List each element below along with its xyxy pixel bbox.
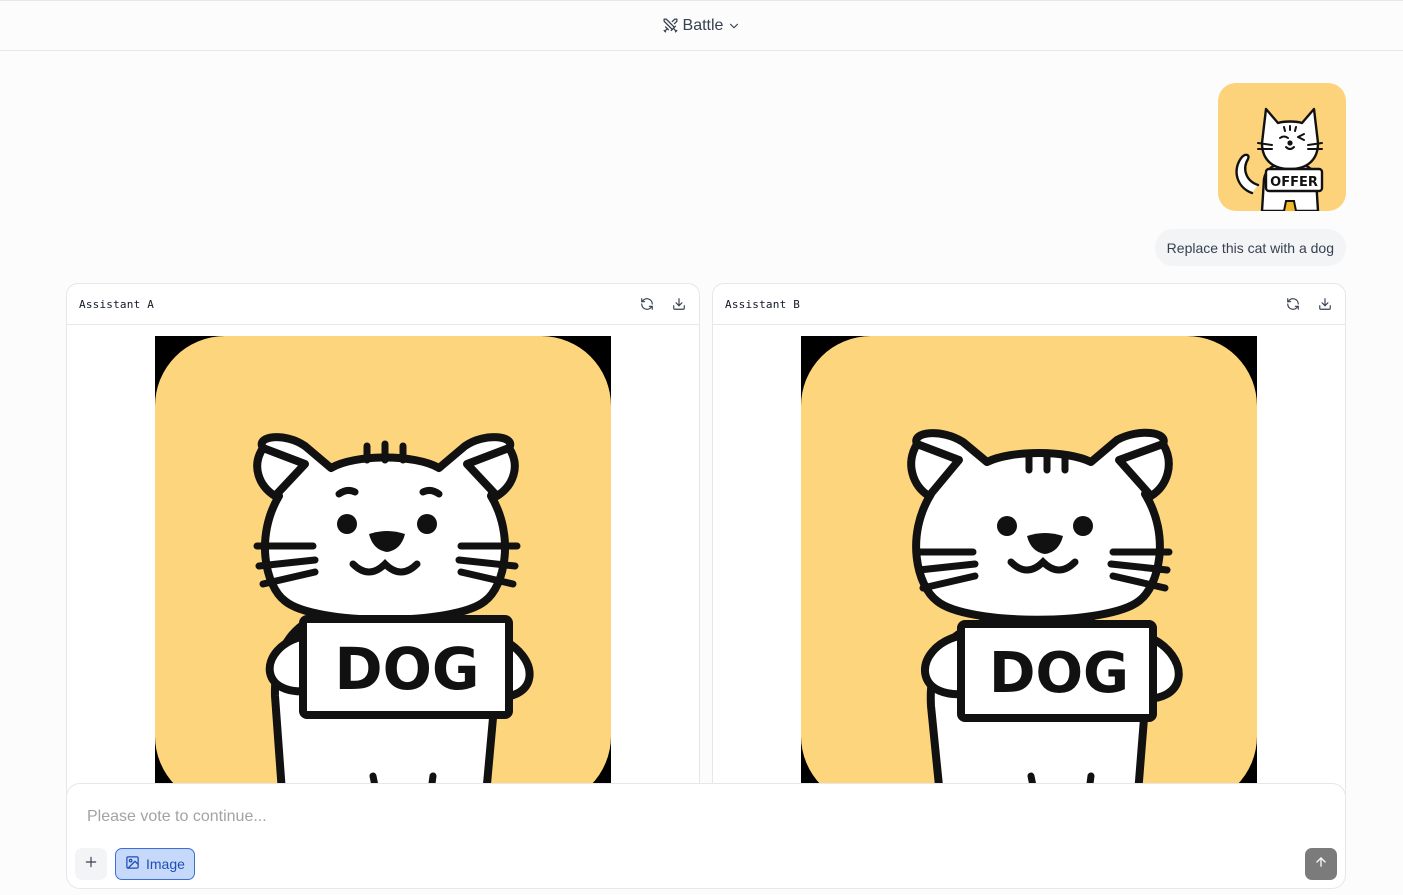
refresh-icon[interactable]	[1285, 296, 1301, 312]
image-toggle-label: Image	[146, 856, 185, 872]
message-input[interactable]	[87, 808, 1187, 826]
message-composer: Image	[66, 783, 1346, 889]
image-icon	[125, 855, 140, 873]
user-message-text: Replace this cat with a dog	[1166, 239, 1334, 256]
chevron-down-icon	[727, 19, 741, 33]
send-button[interactable]	[1305, 848, 1337, 880]
assistant-b-title: Assistant B	[725, 297, 801, 311]
download-icon[interactable]	[1317, 296, 1333, 312]
assistant-b-header: Assistant B	[713, 284, 1345, 325]
assistant-b-image[interactable]: DOG	[801, 336, 1257, 803]
assistant-a-panel: Assistant A DOG	[66, 283, 700, 803]
assistant-a-title: Assistant A	[79, 297, 155, 311]
refresh-icon[interactable]	[639, 296, 655, 312]
user-uploaded-image[interactable]: OFFER	[1218, 83, 1346, 211]
user-message-bubble: Replace this cat with a dog	[1154, 229, 1346, 266]
add-attachment-button[interactable]	[75, 848, 107, 880]
mode-label: Battle	[682, 16, 724, 34]
swords-icon	[662, 17, 679, 34]
user-image-sign-text: OFFER	[1270, 175, 1318, 190]
plus-icon	[84, 855, 98, 874]
assistant-a-image[interactable]: DOG	[155, 336, 611, 803]
assistant-b-panel: Assistant B DOG	[712, 283, 1346, 803]
arrow-up-icon	[1314, 855, 1328, 874]
mode-selector[interactable]: Battle	[662, 17, 742, 35]
assistant-b-sign-text: DOG	[989, 641, 1129, 706]
image-mode-toggle[interactable]: Image	[115, 848, 195, 880]
download-icon[interactable]	[671, 296, 687, 312]
top-bar: Battle	[0, 0, 1403, 51]
assistant-a-header: Assistant A	[67, 284, 699, 325]
assistant-a-sign-text: DOG	[334, 635, 479, 703]
